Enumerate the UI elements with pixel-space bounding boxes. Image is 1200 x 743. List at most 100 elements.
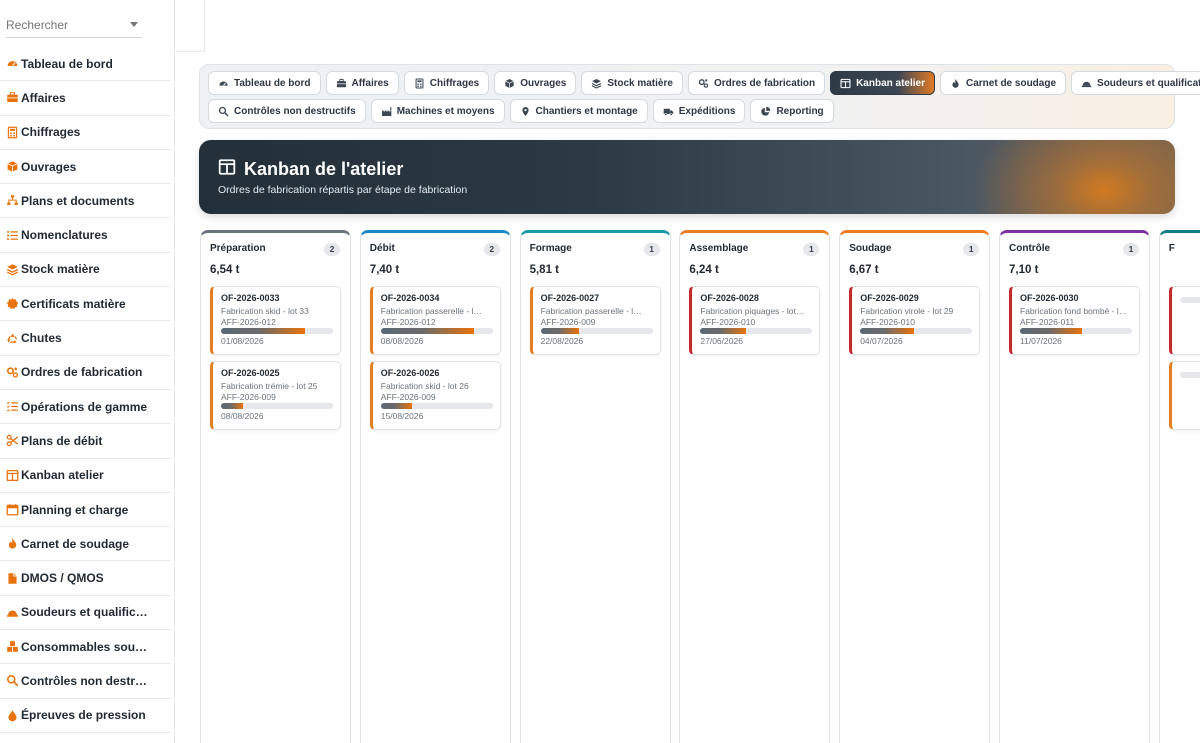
- tab-machines-et-moyens[interactable]: Machines et moyens: [370, 99, 505, 123]
- work-order-card[interactable]: OF-2026-0030 Fabrication fond bombé - l… A…: [1009, 286, 1140, 355]
- sidebar-item-plans-de-debit[interactable]: Plans de débit: [0, 424, 170, 459]
- factory-icon: [381, 106, 392, 117]
- sidebar-item-soudeurs-et-qualific[interactable]: Soudeurs et qualific…: [0, 596, 170, 631]
- calculator-icon: [5, 125, 19, 139]
- search-input[interactable]: [6, 14, 126, 36]
- column-weight: 6,67 t: [849, 264, 879, 276]
- sidebar-item-certificats-matiere[interactable]: Certificats matière: [0, 287, 170, 322]
- work-order-date: 01/08/2026: [221, 336, 264, 346]
- certificate-icon: [5, 297, 19, 311]
- tab-soudeurs-et-qualifications[interactable]: Soudeurs et qualifications: [1071, 71, 1200, 95]
- work-order-description: Fabrication piquages - lot…: [700, 306, 805, 316]
- search-icon: [218, 106, 229, 117]
- sidebar-item-controles-non-destr[interactable]: Contrôles non destr…: [0, 664, 170, 699]
- sidebar-item-stock-matiere[interactable]: Stock matière: [0, 253, 170, 288]
- work-order-date: 22/08/2026: [540, 336, 584, 346]
- tab-tableau-de-bord[interactable]: Tableau de bord: [208, 71, 321, 95]
- work-order-card[interactable]: OF-2026-0028 Fabrication piquages - lot… A…: [689, 286, 821, 355]
- tab-reporting[interactable]: Reporting: [750, 99, 834, 123]
- tab-chiffrages[interactable]: Chiffrages: [403, 71, 490, 95]
- work-order-card[interactable]: [1168, 286, 1200, 355]
- tab-row-2: Contrôles non destructifs Machines et moy…: [208, 99, 1174, 123]
- work-order-card[interactable]: OF-2026-0027 Fabrication passerelle - l… A…: [529, 286, 661, 355]
- work-order-affaire: AFF-2026-009: [221, 392, 276, 402]
- sidebar-item-label: Planning et charge: [21, 502, 129, 517]
- hardhat-icon: [1081, 78, 1092, 89]
- column-title: Soudage: [849, 243, 892, 254]
- chevron-down-icon[interactable]: [130, 22, 138, 27]
- progress-bar: [860, 328, 973, 334]
- sidebar-item-nomenclatures[interactable]: Nomenclatures: [0, 218, 170, 253]
- calendar-icon: [5, 503, 19, 517]
- work-order-card[interactable]: [1168, 361, 1200, 430]
- work-order-card[interactable]: OF-2026-0026 Fabrication skid - lot 26 AFF…: [369, 361, 501, 430]
- sidebar-item-consommables-sou[interactable]: Consommables sou…: [0, 630, 170, 665]
- tab-affaires[interactable]: Affaires: [325, 71, 399, 95]
- page-subtitle: Ordres de fabrication répartis par étape…: [218, 184, 468, 196]
- progress-bar: [540, 328, 653, 334]
- sidebar-item-epreuves-de-pression[interactable]: Épreuves de pression: [0, 699, 170, 733]
- briefcase-icon: [336, 78, 347, 89]
- tab-ouvrages[interactable]: Ouvrages: [494, 71, 577, 95]
- sidebar-item-planning-et-charge[interactable]: Planning et charge: [0, 493, 170, 528]
- sidebar-item-ouvrages[interactable]: Ouvrages: [0, 150, 170, 185]
- sidebar-item-carnet-de-soudage[interactable]: Carnet de soudage: [0, 527, 170, 562]
- cogs-icon: [5, 365, 19, 379]
- sidebar-item-label: Consommables sou…: [21, 639, 148, 654]
- progress-bar-fill: [221, 328, 305, 334]
- box-icon: [504, 78, 515, 89]
- box-icon: [5, 160, 19, 174]
- column-count-badge: 1: [643, 243, 660, 256]
- tab-carnet-de-soudage[interactable]: Carnet de soudage: [940, 71, 1067, 95]
- work-order-card[interactable]: OF-2026-0034 Fabrication passerelle - l… A…: [369, 286, 501, 355]
- column-count-badge: 1: [1123, 243, 1139, 256]
- tab-kanban-atelier[interactable]: Kanban atelier: [830, 71, 935, 95]
- sidebar-item-kanban-atelier[interactable]: Kanban atelier: [0, 459, 170, 493]
- work-order-description: Fabrication trémie - lot 25: [221, 381, 318, 391]
- work-order-id: OF-2026-0034: [380, 293, 440, 303]
- work-order-affaire: AFF-2026-010: [860, 317, 915, 327]
- work-order-description: Fabrication skid - lot 26: [380, 381, 469, 391]
- search-box[interactable]: [6, 14, 142, 38]
- sidebar-item-chiffrages[interactable]: Chiffrages: [0, 116, 170, 150]
- column-title: F: [1168, 243, 1175, 254]
- sidebar-item-ordres-de-fabrication[interactable]: Ordres de fabrication: [0, 356, 170, 390]
- sidebar-item-tableau-de-bord[interactable]: Tableau de bord: [0, 47, 170, 82]
- tab-stock-matiere[interactable]: Stock matière: [581, 71, 683, 95]
- work-order-id: OF-2026-0028: [700, 293, 759, 303]
- sidebar-item-label: Plans de débit: [21, 433, 103, 448]
- work-order-affaire: AFF-2026-012: [221, 317, 276, 327]
- work-order-card[interactable]: OF-2026-0025 Fabrication trémie - lot 25 A…: [210, 361, 341, 430]
- progress-bar: [1020, 328, 1132, 334]
- tab-chantiers-et-montage[interactable]: Chantiers et montage: [509, 99, 648, 123]
- list-check-icon: [5, 400, 19, 414]
- tab-controles-non-destructifs[interactable]: Contrôles non destructifs: [208, 99, 366, 123]
- progress-bar: [700, 328, 813, 334]
- page-header: Kanban de l'atelier Ordres de fabricatio…: [199, 140, 1175, 214]
- calculator-icon: [414, 78, 425, 89]
- work-order-card[interactable]: OF-2026-0029 Fabrication virole - lot 29 A…: [849, 286, 981, 355]
- tab-expeditions[interactable]: Expéditions: [652, 99, 746, 123]
- pin-icon: [520, 106, 531, 117]
- work-order-affaire: AFF-2026-010: [700, 317, 756, 327]
- progress-bar: [221, 403, 333, 409]
- sidebar-item-label: Certificats matière: [21, 296, 126, 311]
- sidebar-item-plans-et-documents[interactable]: Plans et documents: [0, 184, 170, 219]
- work-order-description: Fabrication virole - lot 29: [860, 306, 954, 316]
- columns-icon: [5, 468, 19, 482]
- sidebar: Tableau de bord Affaires Chiffrages Ouvrage…: [0, 0, 175, 743]
- sidebar-item-chutes[interactable]: Chutes: [0, 321, 170, 356]
- work-order-id: OF-2026-0025: [221, 368, 280, 378]
- sidebar-item-affaires[interactable]: Affaires: [0, 81, 170, 116]
- tab-row-1: Tableau de bord Affaires Chiffrages Ouvrage…: [208, 71, 1200, 95]
- sidebar-item-dmos-qmos[interactable]: DMOS / QMOS: [0, 561, 170, 596]
- work-order-affaire: AFF-2026-012: [380, 317, 436, 327]
- work-order-card[interactable]: OF-2026-0033 Fabrication skid - lot 33 AFF…: [210, 286, 341, 355]
- work-order-date: 11/07/2026: [1020, 336, 1062, 346]
- kanban-column-formage: Formage 1 5,81 t OF-2026-0027 Fabrication pa…: [519, 230, 671, 743]
- tab-label: Stock matière: [607, 77, 673, 89]
- tab-ordres-de-fabrication[interactable]: Ordres de fabrication: [687, 71, 826, 95]
- sidebar-item-operations-de-gamme[interactable]: Opérations de gamme: [0, 390, 170, 425]
- progress-bar: [1179, 297, 1200, 303]
- gauge-icon: [5, 57, 19, 71]
